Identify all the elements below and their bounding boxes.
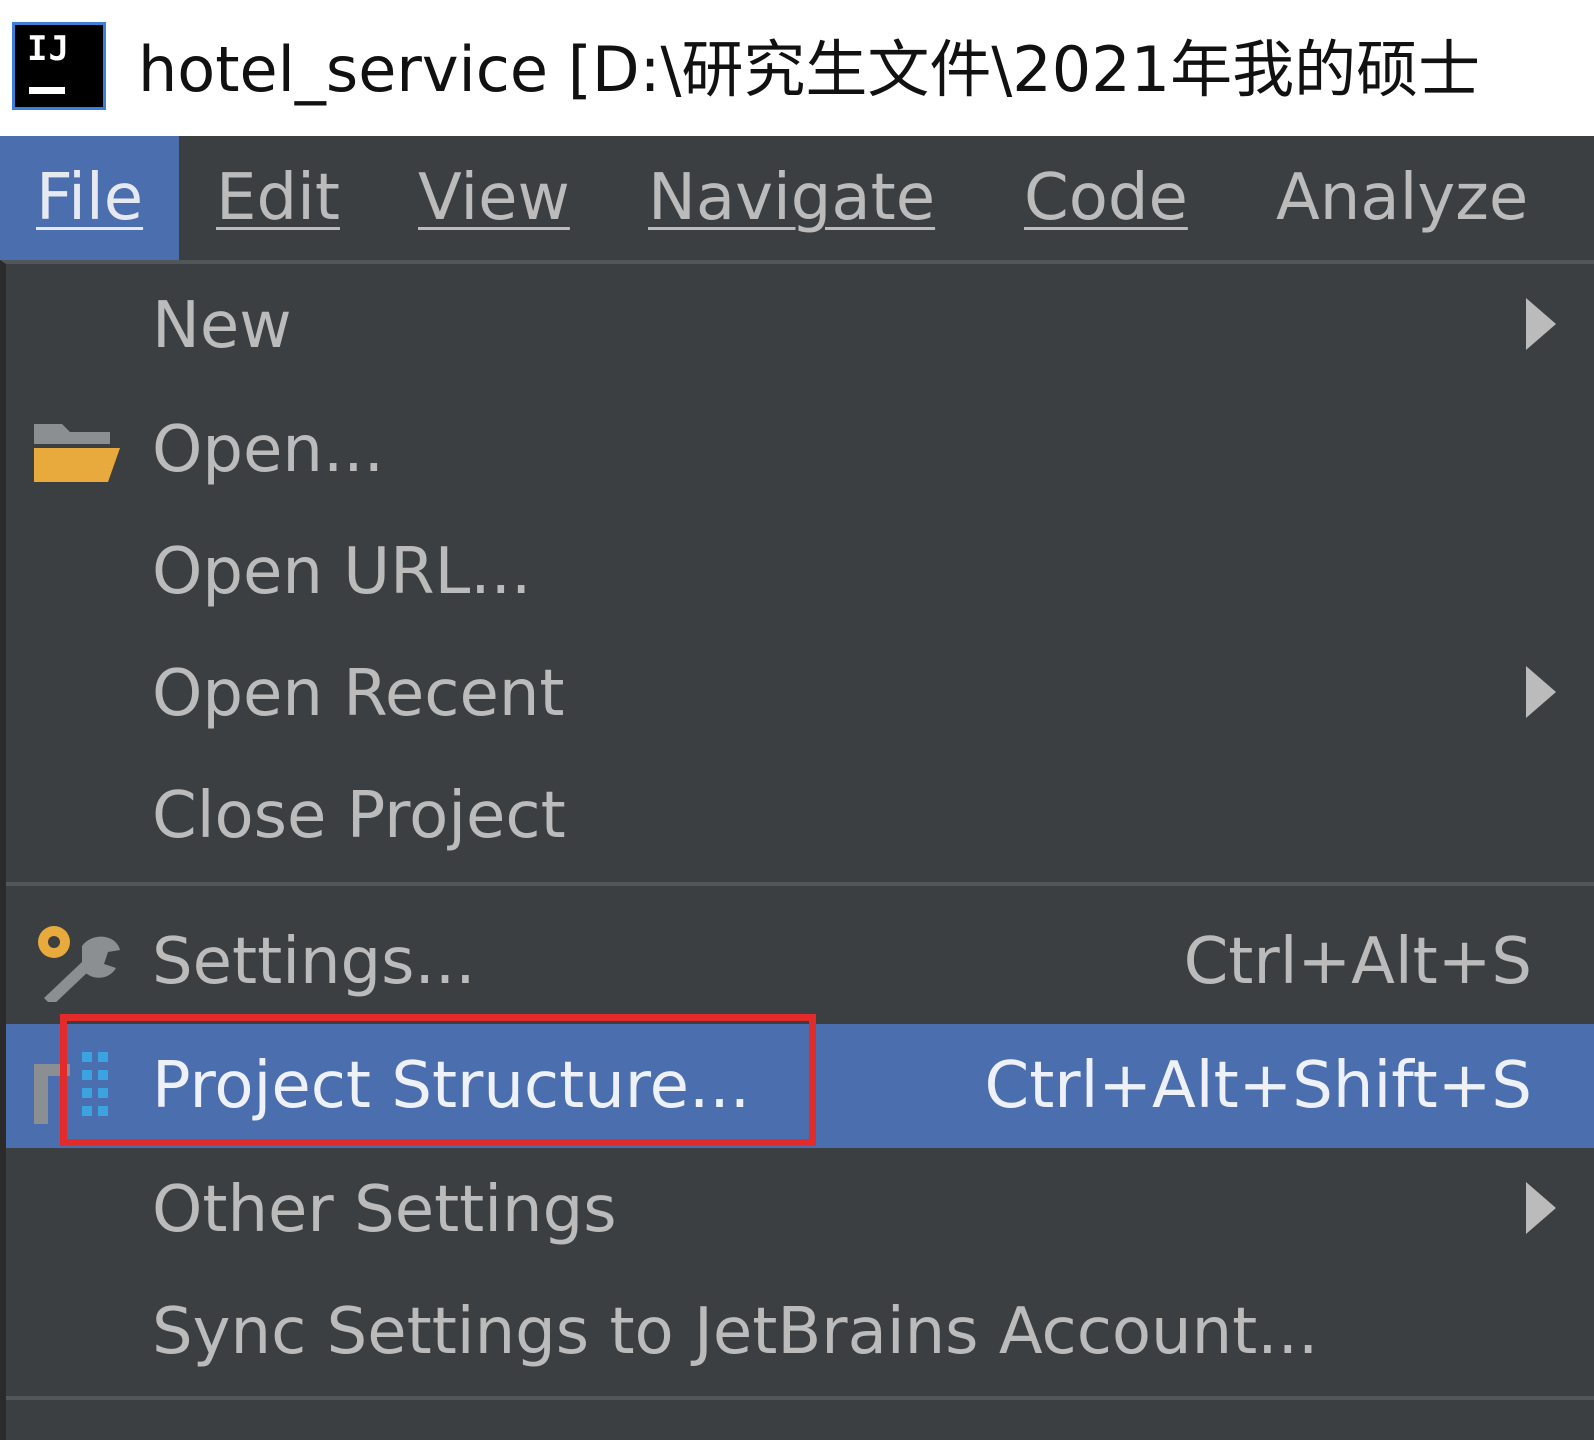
menu-navigate[interactable]: Navigate (648, 136, 935, 260)
menu-item-open[interactable]: Open... (6, 388, 1594, 512)
submenu-arrow-icon (1526, 298, 1556, 350)
ide-window: IJ hotel_service [D:\研究生文件\2021年我的硕士 Fil… (0, 0, 1594, 1440)
menu-item-open-recent[interactable]: Open Recent (6, 632, 1594, 756)
menu-file-label: File (36, 161, 144, 235)
submenu-arrow-icon (1526, 666, 1556, 718)
menu-item-project-structure-label: Project Structure... (152, 1049, 751, 1123)
menu-item-open-url[interactable]: Open URL... (6, 510, 1594, 634)
menu-view[interactable]: View (418, 136, 570, 260)
menu-code[interactable]: Code (1024, 136, 1188, 260)
menu-item-sync-settings-label: Sync Settings to JetBrains Account... (152, 1295, 1319, 1369)
menu-separator (6, 882, 1594, 886)
folder-icon (32, 410, 124, 490)
title-bar: IJ hotel_service [D:\研究生文件\2021年我的硕士 (0, 0, 1594, 136)
menu-code-label: Code (1024, 161, 1188, 235)
menu-item-settings-label: Settings... (152, 925, 476, 999)
logo-text: IJ (27, 29, 70, 69)
window-title: hotel_service [D:\研究生文件\2021年我的硕士 (138, 33, 1481, 106)
menu-item-open-label: Open... (152, 413, 384, 487)
settings-wrench-icon (32, 922, 124, 1006)
file-menu-dropdown: New Open... Open URL... Open Recent Clos… (0, 260, 1594, 1440)
menu-item-new[interactable]: New (6, 264, 1594, 388)
menu-view-label: View (418, 161, 570, 235)
menu-file[interactable]: File (0, 136, 180, 260)
menu-item-close-project-label: Close Project (152, 779, 566, 853)
menu-item-settings-shortcut: Ctrl+Alt+S (1183, 925, 1532, 999)
menu-item-close-project[interactable]: Close Project (6, 754, 1594, 878)
menu-navigate-label: Navigate (648, 161, 936, 235)
project-structure-icon (32, 1046, 124, 1126)
menu-analyze[interactable]: Analyze (1276, 136, 1528, 260)
menu-separator (6, 1396, 1594, 1400)
menu-item-project-structure-shortcut: Ctrl+Alt+Shift+S (984, 1049, 1533, 1123)
menu-item-open-url-label: Open URL... (152, 535, 532, 609)
menu-edit-label: Edit (216, 161, 340, 235)
menu-item-sync-settings[interactable]: Sync Settings to JetBrains Account... (6, 1270, 1594, 1394)
menu-item-open-recent-label: Open Recent (152, 657, 565, 731)
menu-bar: File Edit View Navigate Code Analyze (0, 136, 1594, 260)
menu-item-settings[interactable]: Settings... Ctrl+Alt+S (6, 900, 1594, 1024)
submenu-arrow-icon (1526, 1182, 1556, 1234)
menu-item-other-settings-label: Other Settings (152, 1173, 617, 1247)
menu-analyze-label: Analyze (1276, 161, 1529, 235)
menu-edit[interactable]: Edit (216, 136, 340, 260)
intellij-logo-icon: IJ (12, 22, 106, 110)
menu-item-project-structure[interactable]: Project Structure... Ctrl+Alt+Shift+S (6, 1014, 1594, 1148)
menu-item-other-settings[interactable]: Other Settings (6, 1148, 1594, 1272)
logo-underline (29, 87, 65, 94)
menu-item-new-label: New (152, 289, 292, 363)
